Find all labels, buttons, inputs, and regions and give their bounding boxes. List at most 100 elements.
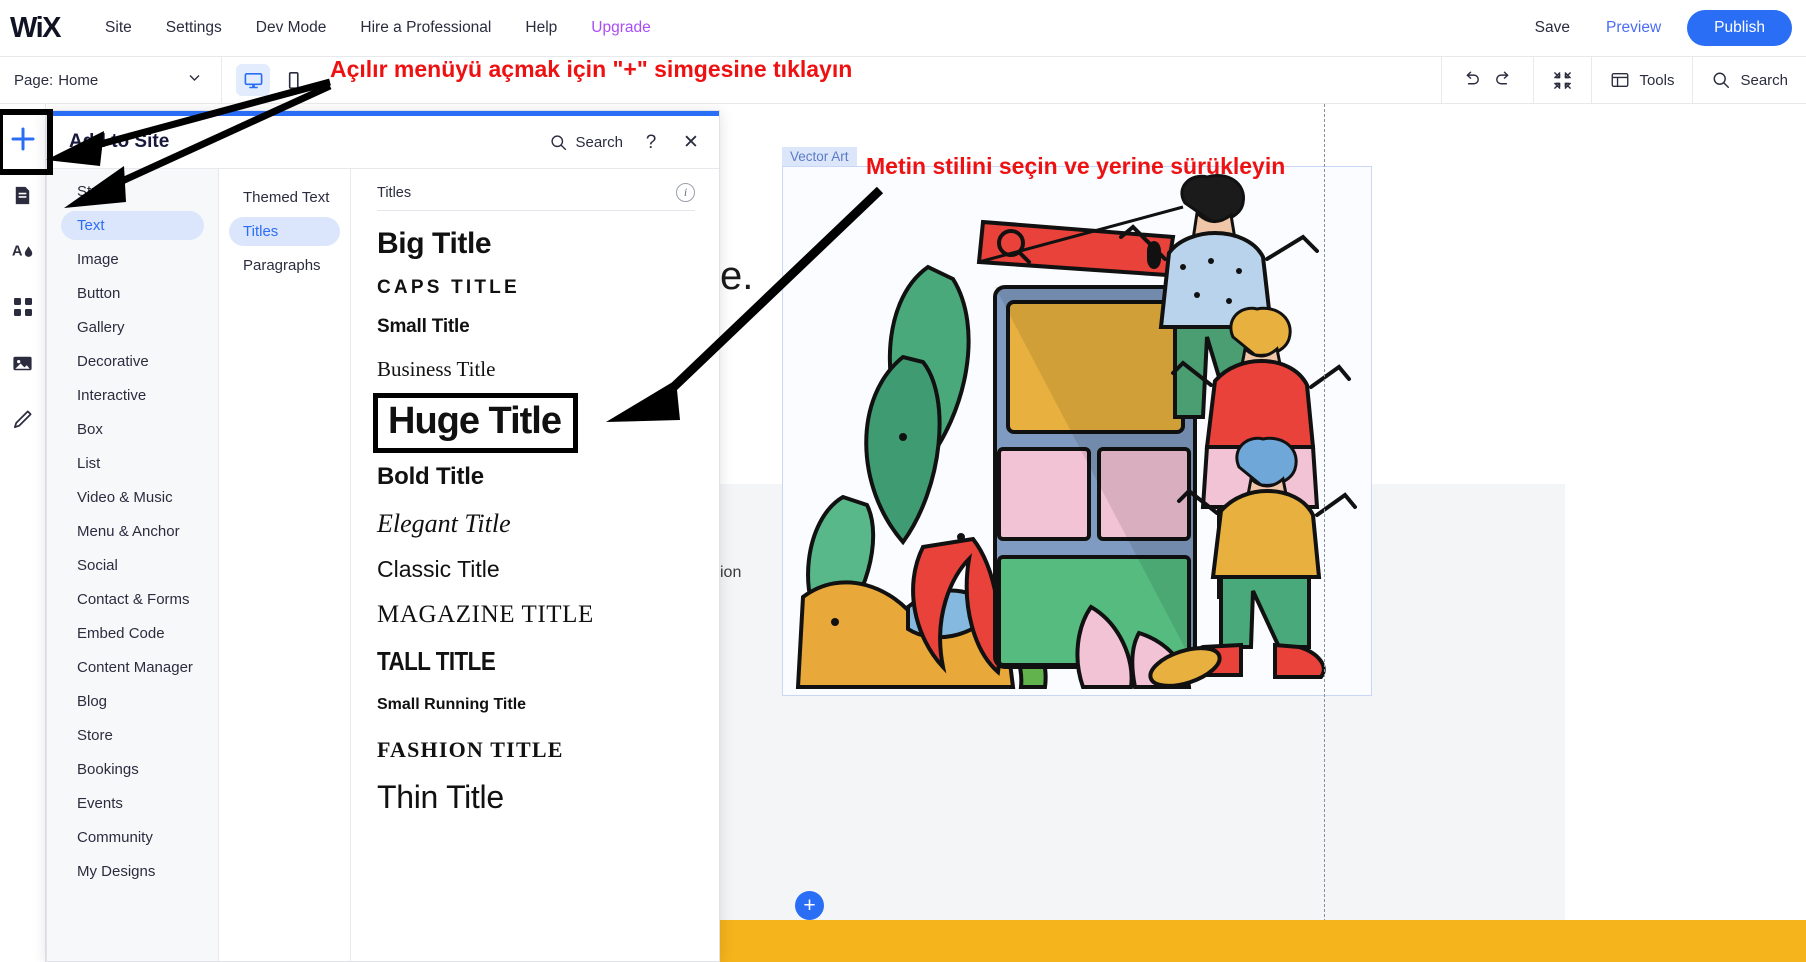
title-option-business-title[interactable]: Business Title bbox=[377, 355, 695, 383]
menu-item-site[interactable]: Site bbox=[88, 13, 149, 43]
panel-header-actions: Search ? ✕ bbox=[549, 133, 703, 152]
canvas-headline-text[interactable]: e. bbox=[720, 254, 753, 299]
preview-button[interactable]: Preview bbox=[1588, 13, 1679, 43]
title-option-big-title[interactable]: Big Title bbox=[377, 225, 695, 263]
category-item-list[interactable]: List bbox=[61, 449, 204, 478]
vector-art-element[interactable] bbox=[782, 166, 1372, 696]
site-canvas[interactable]: e. ion Vector Art bbox=[720, 104, 1806, 962]
editor-search-label: Search bbox=[1740, 72, 1788, 89]
my-designs-button[interactable] bbox=[6, 402, 40, 436]
canvas-footer-strip[interactable] bbox=[720, 920, 1806, 962]
menu-item-help[interactable]: Help bbox=[508, 13, 574, 43]
category-item-interactive[interactable]: Interactive bbox=[61, 381, 204, 410]
category-item-gallery[interactable]: Gallery bbox=[61, 313, 204, 342]
publish-button[interactable]: Publish bbox=[1687, 10, 1792, 46]
category-item-embed-code[interactable]: Embed Code bbox=[61, 619, 204, 648]
category-item-store[interactable]: Store bbox=[61, 721, 204, 750]
zoom-out-icon bbox=[1552, 70, 1573, 91]
title-option-tall-title[interactable]: TALL TITLE bbox=[377, 645, 650, 678]
title-option-huge-title-selected[interactable]: Huge Title bbox=[373, 393, 578, 453]
toolbar-right-group: Tools Search bbox=[1441, 57, 1806, 103]
menu-item-upgrade[interactable]: Upgrade bbox=[574, 13, 667, 43]
close-icon[interactable]: ✕ bbox=[679, 133, 703, 152]
panel-search-label: Search bbox=[575, 134, 623, 151]
title-option-fashion-title[interactable]: FASHION TITLE bbox=[377, 735, 695, 764]
menu-item-hire-a-professional[interactable]: Hire a Professional bbox=[343, 13, 508, 43]
pen-icon bbox=[11, 408, 34, 431]
media-button[interactable] bbox=[6, 346, 40, 380]
canvas-inner: e. ion Vector Art bbox=[720, 104, 1806, 962]
category-item-community[interactable]: Community bbox=[61, 823, 204, 852]
panel-header: Add to Site Search ? ✕ bbox=[47, 116, 719, 168]
titles-section-header: Titles i bbox=[377, 183, 695, 211]
category-item-contact-forms[interactable]: Contact & Forms bbox=[61, 585, 204, 614]
wix-editor-root: ⌃ WiX Site Settings Dev Mode Hire a Prof… bbox=[0, 0, 1806, 962]
history-group bbox=[1441, 57, 1533, 103]
title-option-small-running-title[interactable]: Small Running Title bbox=[377, 694, 695, 717]
undo-button[interactable] bbox=[1460, 67, 1483, 94]
add-section-button[interactable]: + bbox=[795, 891, 824, 920]
annotation-text-1: Açılır menüyü açmak için "+" simgesine t… bbox=[330, 56, 852, 83]
category-item-blog[interactable]: Blog bbox=[61, 687, 204, 716]
panel-category-list: Strip Text Image Button Gallery Decorati… bbox=[47, 169, 219, 961]
zoom-out-button[interactable] bbox=[1533, 57, 1591, 103]
title-option-elegant-title[interactable]: Elegant Title bbox=[377, 507, 695, 540]
editor-search-button[interactable]: Search bbox=[1692, 57, 1806, 103]
panel-titles-column: Titles i Big Title CAPS TITLE Small Titl… bbox=[351, 169, 719, 961]
undo-icon bbox=[1460, 67, 1483, 90]
menu-item-dev-mode[interactable]: Dev Mode bbox=[239, 13, 344, 43]
category-item-events[interactable]: Events bbox=[61, 789, 204, 818]
category-item-social[interactable]: Social bbox=[61, 551, 204, 580]
subcategory-item-titles[interactable]: Titles bbox=[229, 217, 340, 246]
left-tool-rail: A bbox=[0, 104, 46, 962]
category-item-video-music[interactable]: Video & Music bbox=[61, 483, 204, 512]
title-option-thin-title[interactable]: Thin Title bbox=[377, 778, 695, 818]
top-actions: Save Preview Publish bbox=[1517, 10, 1806, 46]
site-theme-button[interactable]: A bbox=[6, 234, 40, 268]
panel-title: Add to Site bbox=[69, 131, 169, 153]
add-elements-button[interactable] bbox=[6, 122, 40, 156]
titles-section-label: Titles bbox=[377, 185, 411, 201]
wix-logo[interactable]: WiX bbox=[10, 12, 60, 45]
search-icon bbox=[1711, 70, 1731, 90]
category-item-text[interactable]: Text bbox=[61, 211, 204, 240]
category-item-bookings[interactable]: Bookings bbox=[61, 755, 204, 784]
category-item-my-designs[interactable]: My Designs bbox=[61, 857, 204, 886]
title-option-classic-title[interactable]: Classic Title bbox=[377, 554, 695, 584]
site-theme-icon: A bbox=[11, 239, 35, 263]
page-selector[interactable]: Page: Home bbox=[0, 57, 222, 103]
layout-panel-icon bbox=[1610, 70, 1630, 90]
page-selector-label: Page: bbox=[14, 72, 53, 89]
subcategory-item-themed-text[interactable]: Themed Text bbox=[229, 183, 340, 212]
help-icon[interactable]: ? bbox=[639, 133, 663, 152]
title-option-caps-title[interactable]: CAPS TITLE bbox=[377, 275, 695, 301]
device-switcher bbox=[222, 57, 324, 103]
title-option-magazine-title[interactable]: MAGAZINE TITLE bbox=[377, 599, 695, 631]
title-option-bold-title[interactable]: Bold Title bbox=[377, 461, 695, 492]
chevron-down-icon bbox=[186, 69, 203, 91]
category-item-strip[interactable]: Strip bbox=[61, 177, 204, 206]
title-option-small-title[interactable]: Small Title bbox=[377, 314, 695, 340]
info-icon[interactable]: i bbox=[676, 183, 695, 202]
mobile-icon bbox=[283, 70, 304, 91]
vector-art-illustration bbox=[783, 167, 1373, 697]
category-item-decorative[interactable]: Decorative bbox=[61, 347, 204, 376]
canvas-subtext[interactable]: ion bbox=[720, 564, 741, 582]
tools-button[interactable]: Tools bbox=[1591, 57, 1692, 103]
panel-search-button[interactable]: Search bbox=[549, 133, 623, 152]
category-item-image[interactable]: Image bbox=[61, 245, 204, 274]
annotation-text-2: Metin stilini seçin ve yerine sürükleyin bbox=[866, 153, 1285, 180]
category-item-menu-anchor[interactable]: Menu & Anchor bbox=[61, 517, 204, 546]
canvas-guide-line bbox=[1324, 104, 1325, 962]
apps-button[interactable] bbox=[6, 290, 40, 324]
mobile-view-button[interactable] bbox=[276, 64, 310, 96]
menu-item-settings[interactable]: Settings bbox=[149, 13, 239, 43]
redo-button[interactable] bbox=[1492, 67, 1515, 94]
subcategory-item-paragraphs[interactable]: Paragraphs bbox=[229, 251, 340, 280]
category-item-button[interactable]: Button bbox=[61, 279, 204, 308]
pages-button[interactable] bbox=[6, 178, 40, 212]
desktop-view-button[interactable] bbox=[236, 64, 270, 96]
category-item-box[interactable]: Box bbox=[61, 415, 204, 444]
category-item-content-manager[interactable]: Content Manager bbox=[61, 653, 204, 682]
save-button[interactable]: Save bbox=[1517, 13, 1588, 43]
